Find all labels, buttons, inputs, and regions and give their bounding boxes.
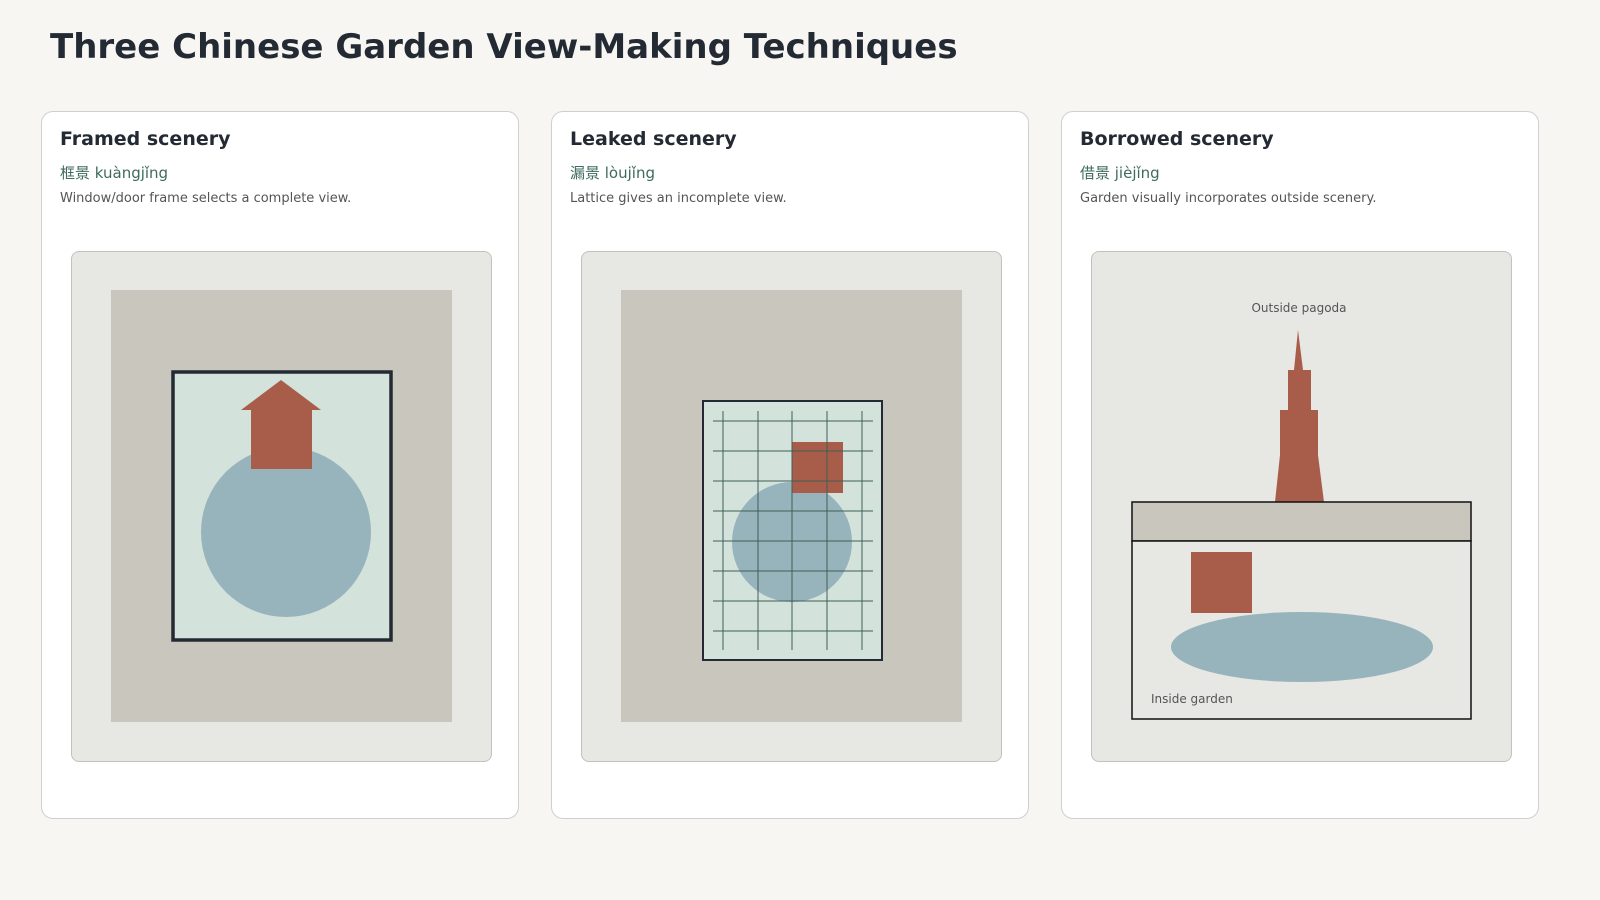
inside-garden-label: Inside garden	[1151, 692, 1233, 706]
card-borrowed-scenery: Borrowed scenery 借景 jièjǐng Garden visua…	[1061, 111, 1539, 819]
card-framed-scenery: Framed scenery 框景 kuàngjǐng Window/door …	[41, 111, 519, 819]
pond	[201, 447, 371, 617]
card-subtitle: 漏景 lòujǐng	[570, 164, 655, 182]
borrowed-scenery-illustration: Outside pagoda Inside garden	[1091, 251, 1512, 762]
card-description: Window/door frame selects a complete vie…	[60, 191, 352, 206]
garden-wall-top	[1131, 501, 1472, 542]
borrowed-scenery-svg: Outside pagoda Inside garden	[1131, 301, 1472, 720]
framed-scenery-svg	[111, 290, 452, 722]
outside-pagoda	[1275, 330, 1324, 502]
card-description: Lattice gives an incomplete view.	[570, 191, 787, 206]
card-subtitle: 框景 kuàngjǐng	[60, 164, 169, 182]
garden-pond	[1171, 612, 1433, 682]
card-description: Garden visually incorporates outside sce…	[1080, 191, 1377, 206]
card-subtitle: 借景 jièjǐng	[1080, 164, 1160, 182]
framed-scenery-illustration	[71, 251, 492, 762]
leaked-scenery-illustration	[581, 251, 1002, 762]
page-title: Three Chinese Garden View-Making Techniq…	[50, 27, 958, 67]
pavilion	[792, 442, 843, 493]
garden-pavilion	[1191, 552, 1252, 613]
card-title: Framed scenery	[60, 128, 231, 150]
outside-pagoda-label: Outside pagoda	[1251, 301, 1346, 315]
card-title: Leaked scenery	[570, 128, 737, 150]
leaked-scenery-svg	[621, 290, 962, 722]
card-leaked-scenery: Leaked scenery 漏景 lòujǐng Lattice gives …	[551, 111, 1029, 819]
card-title: Borrowed scenery	[1080, 128, 1274, 150]
pavilion-body	[251, 409, 312, 469]
